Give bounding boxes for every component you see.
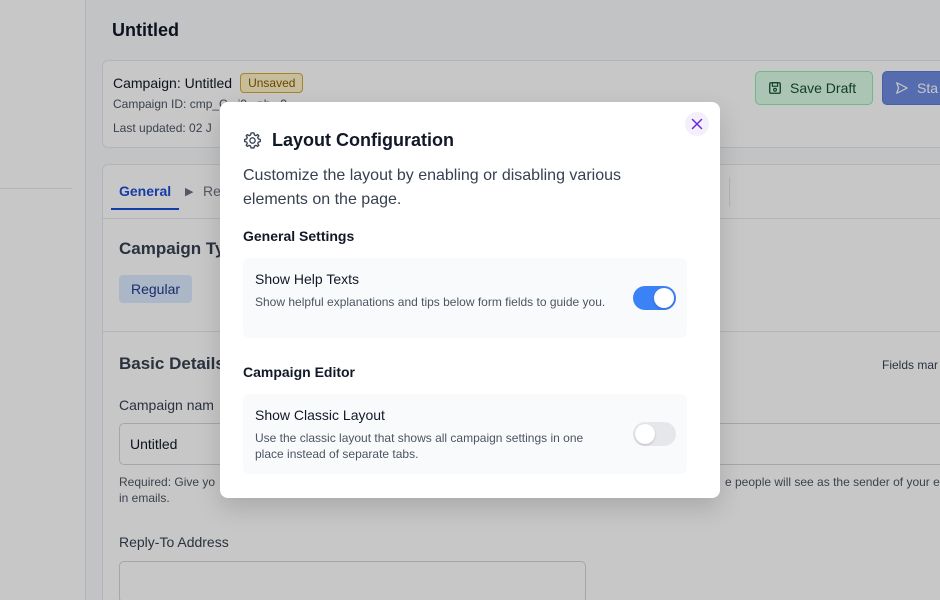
setting-title: Show Classic Layout	[255, 407, 385, 423]
group-title-campaign-editor: Campaign Editor	[243, 364, 356, 380]
modal-description: Customize the layout by enabling or disa…	[243, 167, 621, 208]
show-classic-layout-toggle[interactable]	[633, 422, 676, 446]
close-icon	[691, 118, 703, 130]
layout-configuration-dialog: Layout Configuration Customize the layou…	[220, 102, 720, 498]
close-button[interactable]	[685, 112, 709, 136]
toggle-knob	[635, 424, 655, 444]
gear-icon	[244, 132, 261, 149]
group-title-general-settings: General Settings	[243, 228, 355, 244]
setting-show-classic-layout: Show Classic Layout Use the classic layo…	[243, 394, 687, 474]
setting-description: Show helpful explanations and tips below…	[255, 295, 606, 309]
toggle-knob	[654, 288, 674, 308]
modal-header: Layout Configuration	[243, 130, 454, 151]
modal-title: Layout Configuration	[272, 130, 454, 150]
show-help-texts-toggle[interactable]	[633, 286, 676, 310]
setting-show-help-texts: Show Help Texts Show helpful explanation…	[243, 258, 687, 338]
setting-description: Use the classic layout that shows all ca…	[255, 431, 584, 461]
setting-title: Show Help Texts	[255, 271, 360, 287]
